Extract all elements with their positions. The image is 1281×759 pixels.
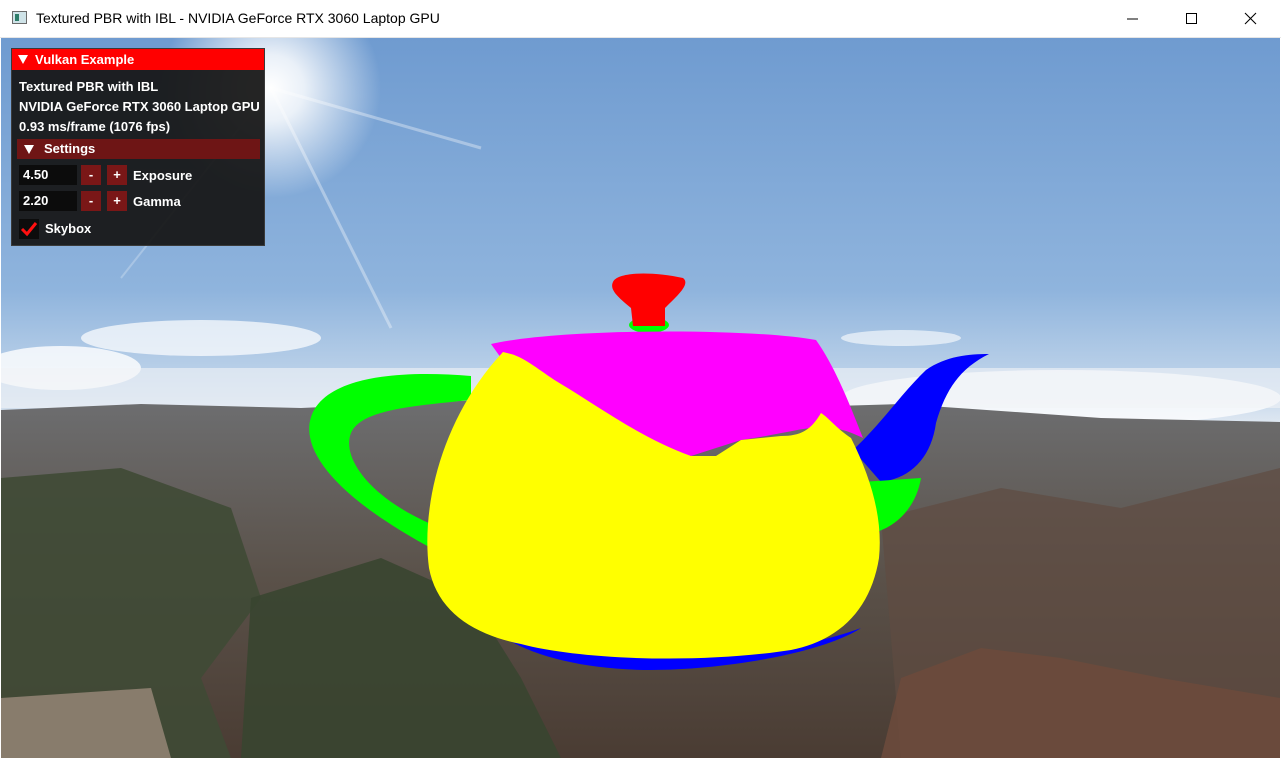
- panel-title: Vulkan Example: [35, 52, 135, 67]
- gamma-decrement-button[interactable]: -: [81, 191, 101, 211]
- collapse-triangle-icon: [18, 55, 28, 64]
- close-icon: [1244, 12, 1257, 25]
- title-bar[interactable]: Textured PBR with IBL - NVIDIA GeForce R…: [0, 0, 1281, 38]
- maximize-icon: [1186, 13, 1197, 24]
- exposure-input[interactable]: 4.50: [19, 165, 77, 185]
- window-title: Textured PBR with IBL - NVIDIA GeForce R…: [36, 10, 440, 26]
- close-button[interactable]: [1221, 0, 1281, 38]
- skybox-label: Skybox: [45, 221, 92, 236]
- frame-stats: 0.93 ms/frame (1076 fps): [19, 119, 171, 134]
- settings-label: Settings: [44, 141, 96, 156]
- vulkan-example-header[interactable]: Vulkan Example: [12, 49, 264, 70]
- settings-header[interactable]: Settings: [17, 139, 260, 159]
- exposure-label: Exposure: [133, 168, 193, 183]
- minimize-button[interactable]: [1103, 0, 1163, 38]
- exposure-decrement-button[interactable]: -: [81, 165, 101, 185]
- collapse-triangle-icon: [24, 145, 34, 154]
- exposure-increment-button[interactable]: +: [107, 165, 127, 185]
- gamma-label: Gamma: [133, 194, 181, 209]
- minimize-icon: [1127, 18, 1138, 20]
- maximize-button[interactable]: [1162, 0, 1222, 38]
- device-name: NVIDIA GeForce RTX 3060 Laptop GPU: [19, 99, 260, 114]
- app-window-icon: [12, 11, 27, 24]
- skybox-checkbox[interactable]: [19, 219, 39, 239]
- vulkan-example-panel[interactable]: Vulkan Example Textured PBR with IBL NVI…: [11, 48, 265, 246]
- gamma-increment-button[interactable]: +: [107, 191, 127, 211]
- checkmark-icon: [20, 222, 38, 237]
- sample-name: Textured PBR with IBL: [19, 79, 159, 94]
- gamma-input[interactable]: 2.20: [19, 191, 77, 211]
